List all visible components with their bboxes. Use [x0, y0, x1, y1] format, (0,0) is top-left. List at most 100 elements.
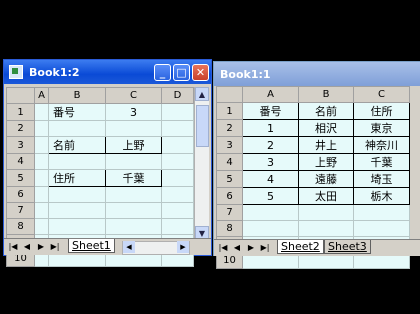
row-header[interactable]: 7	[6, 202, 35, 219]
row-header[interactable]: 3	[216, 136, 243, 154]
cell[interactable]	[48, 202, 106, 219]
cell[interactable]: 名前	[298, 102, 354, 120]
scroll-left-icon[interactable]: ◀	[123, 241, 135, 253]
cell[interactable]: 住所	[353, 102, 410, 120]
cell[interactable]: 住所	[48, 169, 106, 187]
cell[interactable]: 名前	[48, 136, 106, 154]
cell[interactable]	[353, 220, 410, 237]
cell[interactable]	[105, 153, 162, 170]
column-header-b[interactable]: B	[48, 87, 106, 104]
cell[interactable]: 番号	[48, 103, 106, 121]
select-all-corner[interactable]	[216, 86, 243, 103]
book1-2-titlebar[interactable]: Book1:2 _ □ ✕	[4, 60, 211, 84]
book1-1-window[interactable]: Book1:1 A B C 1 番号 名前 住所 2 1 相沢 東京 3 2 井…	[213, 61, 420, 269]
row-header[interactable]: 4	[216, 153, 243, 171]
scroll-thumb[interactable]	[196, 105, 209, 147]
prev-sheet-icon[interactable]: ◀	[22, 241, 32, 252]
cell[interactable]: 相沢	[298, 119, 354, 137]
last-sheet-icon[interactable]: ▶|	[260, 242, 270, 253]
scroll-right-icon[interactable]: ▶	[177, 241, 189, 253]
cell[interactable]	[105, 186, 162, 203]
cell[interactable]: 神奈川	[353, 136, 410, 154]
cell[interactable]	[298, 220, 354, 237]
cell[interactable]: 太田	[298, 187, 354, 205]
row-header[interactable]: 1	[216, 102, 243, 120]
book1-2-window[interactable]: Book1:2 _ □ ✕ A B C D 1 番号 3 2 3 名前 上野 4…	[3, 59, 212, 267]
cell[interactable]	[161, 120, 194, 137]
cell[interactable]	[161, 218, 194, 235]
vertical-scrollbar[interactable]: ▲ ▼	[194, 87, 209, 240]
row-header[interactable]: 7	[216, 204, 243, 221]
row-header[interactable]: 8	[6, 218, 35, 235]
cell[interactable]: 4	[242, 170, 299, 188]
column-header-a[interactable]: A	[242, 86, 299, 103]
column-header-c[interactable]: C	[105, 87, 162, 104]
cell[interactable]	[34, 186, 49, 203]
cell[interactable]	[161, 202, 194, 219]
row-header[interactable]: 2	[6, 120, 35, 137]
book1-1-titlebar[interactable]: Book1:1	[214, 62, 420, 86]
cell[interactable]	[161, 186, 194, 203]
cell[interactable]	[242, 204, 299, 221]
cell[interactable]: 番号	[242, 102, 299, 120]
row-header[interactable]: 5	[216, 170, 243, 188]
row-header[interactable]: 6	[216, 187, 243, 205]
cell[interactable]	[34, 120, 49, 137]
cell[interactable]	[34, 136, 49, 154]
cell[interactable]	[48, 218, 106, 235]
tab-sheet1[interactable]: Sheet1	[68, 239, 115, 253]
excel-workbook-icon[interactable]	[9, 65, 23, 79]
select-all-corner[interactable]	[6, 87, 35, 104]
cell[interactable]	[48, 186, 106, 203]
cell[interactable]	[161, 103, 194, 121]
cell[interactable]	[353, 204, 410, 221]
cell[interactable]	[34, 218, 49, 235]
first-sheet-icon[interactable]: |◀	[8, 241, 18, 252]
cell[interactable]	[34, 153, 49, 170]
tab-sheet3[interactable]: Sheet3	[324, 240, 371, 254]
cell[interactable]: 1	[242, 119, 299, 137]
cell[interactable]: 千葉	[353, 153, 410, 171]
column-header-a[interactable]: A	[34, 87, 49, 104]
column-header-c[interactable]: C	[353, 86, 410, 103]
row-header[interactable]: 4	[6, 153, 35, 170]
cell[interactable]	[48, 153, 106, 170]
row-header[interactable]: 3	[6, 136, 35, 154]
cell[interactable]: 上野	[105, 136, 162, 154]
cell[interactable]: 3	[105, 103, 162, 121]
cell[interactable]	[161, 136, 194, 154]
next-sheet-icon[interactable]: ▶	[246, 242, 256, 253]
column-header-b[interactable]: B	[298, 86, 354, 103]
maximize-button[interactable]: □	[173, 63, 190, 81]
minimize-button[interactable]: _	[154, 63, 171, 81]
cell[interactable]	[34, 103, 49, 121]
last-sheet-icon[interactable]: ▶|	[50, 241, 60, 252]
cell[interactable]	[34, 169, 49, 187]
cell[interactable]: 3	[242, 153, 299, 171]
cell[interactable]	[34, 202, 49, 219]
cell[interactable]: 遠藤	[298, 170, 354, 188]
cell[interactable]	[105, 202, 162, 219]
row-header[interactable]: 6	[6, 186, 35, 203]
cell[interactable]: 5	[242, 187, 299, 205]
cell[interactable]	[161, 169, 194, 187]
cell[interactable]: 2	[242, 136, 299, 154]
next-sheet-icon[interactable]: ▶	[36, 241, 46, 252]
cell[interactable]	[242, 220, 299, 237]
scroll-up-icon[interactable]: ▲	[195, 87, 209, 101]
row-header[interactable]: 1	[6, 103, 35, 121]
first-sheet-icon[interactable]: |◀	[218, 242, 228, 253]
tab-sheet2[interactable]: Sheet2	[277, 240, 324, 254]
cell[interactable]: 千葉	[105, 169, 162, 187]
cell[interactable]	[48, 120, 106, 137]
prev-sheet-icon[interactable]: ◀	[232, 242, 242, 253]
row-header[interactable]: 8	[216, 220, 243, 237]
cell[interactable]: 上野	[298, 153, 354, 171]
row-header[interactable]: 5	[6, 169, 35, 187]
cell[interactable]: 埼玉	[353, 170, 410, 188]
cell[interactable]	[105, 218, 162, 235]
row-header[interactable]: 2	[216, 119, 243, 137]
cell[interactable]: 東京	[353, 119, 410, 137]
cell[interactable]: 井上	[298, 136, 354, 154]
column-header-d[interactable]: D	[161, 87, 194, 104]
